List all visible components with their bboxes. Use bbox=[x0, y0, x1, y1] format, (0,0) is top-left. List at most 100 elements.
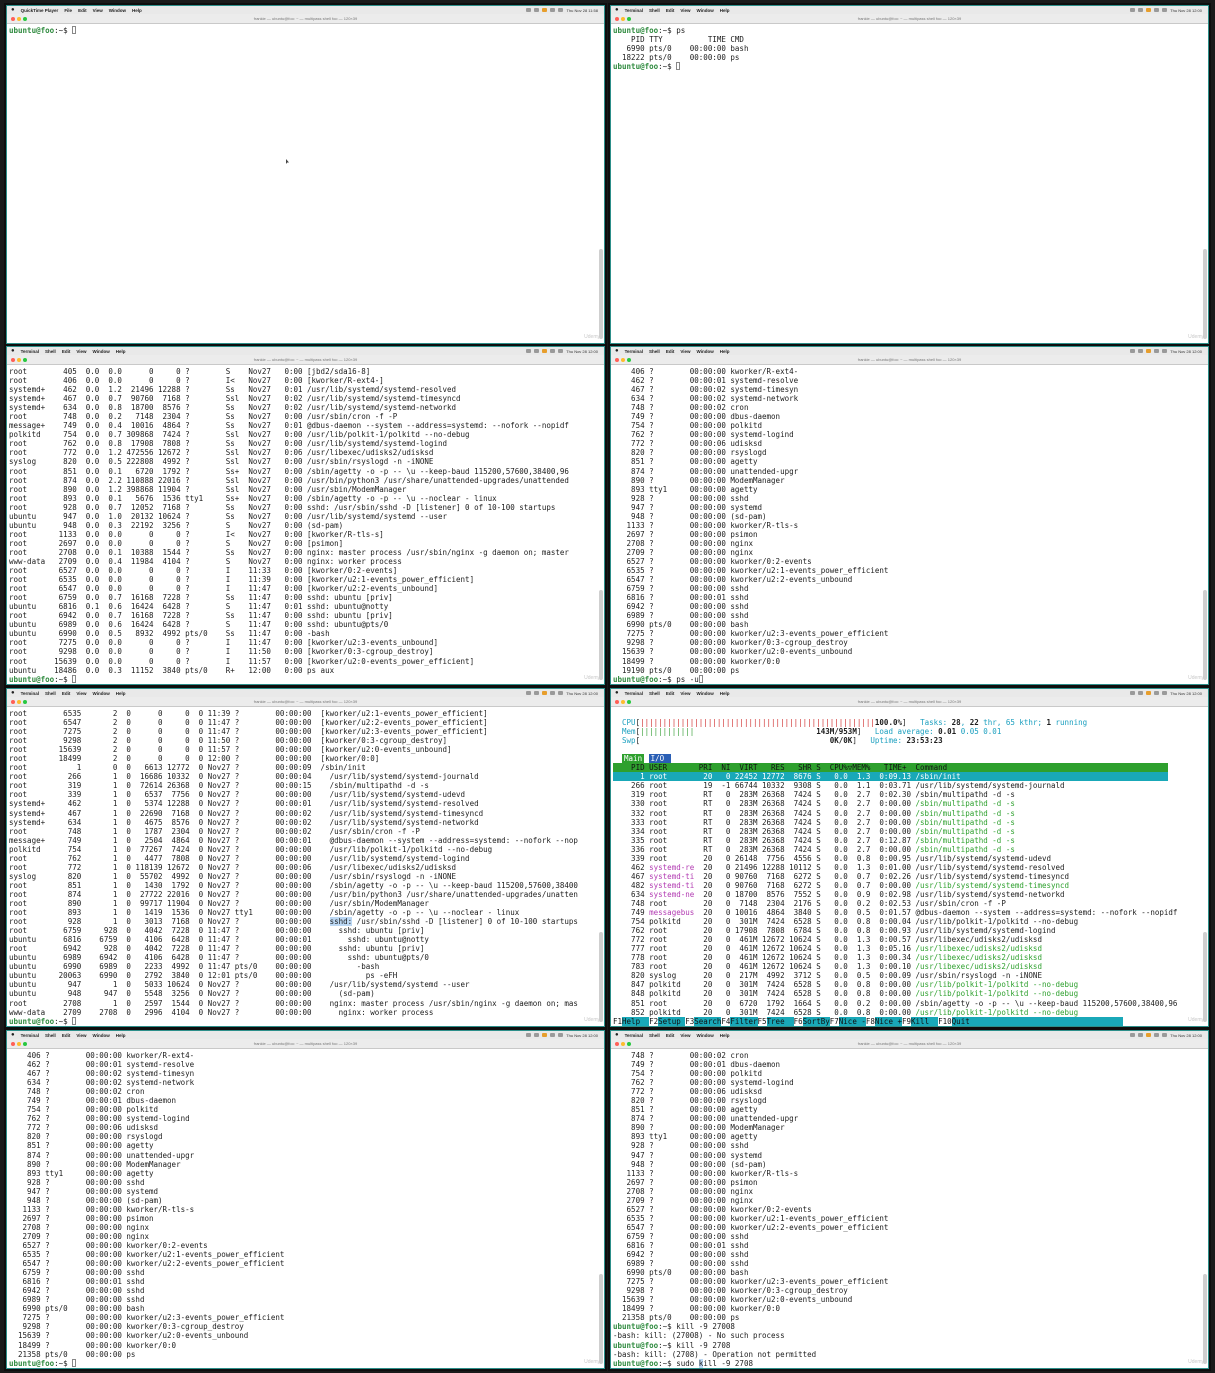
vertical-scrollbar[interactable] bbox=[599, 1051, 603, 1366]
minimize-button[interactable] bbox=[621, 17, 625, 21]
vertical-scrollbar[interactable] bbox=[1203, 367, 1207, 682]
control-center-icon[interactable] bbox=[1154, 691, 1160, 695]
scrollbar-thumb[interactable] bbox=[599, 932, 603, 1022]
menu-app-name[interactable]: QuickTime Player bbox=[21, 8, 59, 13]
close-button[interactable] bbox=[615, 1042, 619, 1046]
terminal-output[interactable]: 748 ? 00:00:02 cron 749 ? 00:00:01 dbus-… bbox=[611, 1050, 1202, 1368]
vertical-scrollbar[interactable] bbox=[599, 709, 603, 1024]
search-icon[interactable] bbox=[558, 1033, 564, 1037]
zoom-button[interactable] bbox=[23, 358, 27, 362]
menu-item[interactable]: Help bbox=[116, 691, 126, 696]
menu-item[interactable]: Help bbox=[116, 1033, 126, 1038]
wifi-icon[interactable] bbox=[1130, 8, 1136, 12]
zoom-button[interactable] bbox=[627, 700, 631, 704]
menu-app-name[interactable]: Terminal bbox=[625, 691, 643, 696]
battery-icon[interactable] bbox=[534, 691, 540, 695]
menu-item[interactable]: Window bbox=[93, 691, 110, 696]
close-button[interactable] bbox=[11, 700, 15, 704]
menu-item[interactable]: View bbox=[76, 691, 86, 696]
apple-icon[interactable]: ● bbox=[11, 1032, 15, 1038]
menu-item[interactable]: Help bbox=[132, 8, 142, 13]
zoom-button[interactable] bbox=[627, 358, 631, 362]
menu-item[interactable]: Edit bbox=[666, 691, 675, 696]
terminal-window[interactable]: ● Terminal Shell Edit View Window Help Thu Nov … bbox=[6, 688, 605, 1027]
menu-app-name[interactable]: Terminal bbox=[21, 1033, 39, 1038]
scrollbar-thumb[interactable] bbox=[1203, 249, 1207, 339]
record-icon[interactable] bbox=[1146, 8, 1152, 12]
menu-item[interactable]: Edit bbox=[62, 349, 71, 354]
scrollbar-thumb[interactable] bbox=[599, 249, 603, 339]
menu-item[interactable]: Window bbox=[93, 1033, 110, 1038]
menu-app-name[interactable]: Terminal bbox=[21, 349, 39, 354]
terminal-window[interactable]: ● Terminal Shell Edit View Window Help Thu Nov … bbox=[610, 688, 1209, 1027]
menu-item[interactable]: Edit bbox=[666, 349, 675, 354]
close-button[interactable] bbox=[615, 700, 619, 704]
terminal-window[interactable]: ● Terminal Shell Edit View Window Help Thu Nov … bbox=[610, 346, 1209, 685]
scrollbar-thumb[interactable] bbox=[1203, 1274, 1207, 1364]
battery-icon[interactable] bbox=[1138, 349, 1144, 353]
scrollbar-thumb[interactable] bbox=[599, 1274, 603, 1364]
minimize-button[interactable] bbox=[17, 1042, 21, 1046]
menu-item[interactable]: Window bbox=[697, 1033, 714, 1038]
terminal-output[interactable]: CPU[||||||||||||||||||||||||||||||||||||… bbox=[611, 708, 1202, 1026]
search-icon[interactable] bbox=[1162, 1033, 1168, 1037]
apple-icon[interactable]: ● bbox=[615, 7, 619, 13]
menu-item[interactable]: Shell bbox=[649, 349, 660, 354]
terminal-output[interactable]: 406 ? 00:00:00 kworker/R-ext4- 462 ? 00:… bbox=[611, 366, 1202, 684]
menu-item[interactable]: View bbox=[680, 8, 690, 13]
menu-item[interactable]: Shell bbox=[649, 691, 660, 696]
control-center-icon[interactable] bbox=[550, 8, 556, 12]
control-center-icon[interactable] bbox=[1154, 8, 1160, 12]
apple-icon[interactable]: ● bbox=[615, 1032, 619, 1038]
control-center-icon[interactable] bbox=[1154, 349, 1160, 353]
apple-icon[interactable]: ● bbox=[615, 690, 619, 696]
wifi-icon[interactable] bbox=[526, 1033, 532, 1037]
menu-item[interactable]: Shell bbox=[45, 349, 56, 354]
minimize-button[interactable] bbox=[621, 358, 625, 362]
menu-item[interactable]: Window bbox=[93, 349, 110, 354]
vertical-scrollbar[interactable] bbox=[599, 367, 603, 682]
apple-icon[interactable]: ● bbox=[11, 7, 15, 13]
terminal-output[interactable]: ubuntu@foo:~$ ps PID TTY TIME CMD 6990 p… bbox=[611, 25, 1202, 343]
close-button[interactable] bbox=[11, 358, 15, 362]
menu-item[interactable]: Shell bbox=[45, 1033, 56, 1038]
apple-icon[interactable]: ● bbox=[615, 348, 619, 354]
battery-icon[interactable] bbox=[534, 1033, 540, 1037]
minimize-button[interactable] bbox=[17, 17, 21, 21]
control-center-icon[interactable] bbox=[550, 691, 556, 695]
record-icon[interactable] bbox=[542, 349, 548, 353]
close-button[interactable] bbox=[615, 17, 619, 21]
record-icon[interactable] bbox=[542, 1033, 548, 1037]
menu-item[interactable]: Edit bbox=[666, 1033, 675, 1038]
menu-app-name[interactable]: Terminal bbox=[625, 8, 643, 13]
zoom-button[interactable] bbox=[627, 17, 631, 21]
terminal-window[interactable]: ● Terminal Shell Edit View Window Help Thu Nov … bbox=[610, 1030, 1209, 1369]
apple-icon[interactable]: ● bbox=[11, 690, 15, 696]
close-button[interactable] bbox=[11, 17, 15, 21]
menu-item[interactable]: Help bbox=[720, 691, 730, 696]
wifi-icon[interactable] bbox=[526, 349, 532, 353]
terminal-window[interactable]: ● Terminal Shell Edit View Window Help Thu Nov … bbox=[6, 346, 605, 685]
zoom-button[interactable] bbox=[23, 700, 27, 704]
wifi-icon[interactable] bbox=[1130, 349, 1136, 353]
control-center-icon[interactable] bbox=[550, 349, 556, 353]
menu-item[interactable]: Window bbox=[109, 8, 126, 13]
battery-icon[interactable] bbox=[1138, 691, 1144, 695]
menu-item[interactable]: Edit bbox=[666, 8, 675, 13]
menu-item[interactable]: File bbox=[64, 8, 72, 13]
menu-item[interactable]: Window bbox=[697, 349, 714, 354]
minimize-button[interactable] bbox=[17, 700, 21, 704]
menu-item[interactable]: Edit bbox=[62, 691, 71, 696]
search-icon[interactable] bbox=[1162, 8, 1168, 12]
battery-icon[interactable] bbox=[534, 349, 540, 353]
menu-item[interactable]: Help bbox=[720, 8, 730, 13]
menu-item[interactable]: View bbox=[680, 1033, 690, 1038]
record-icon[interactable] bbox=[542, 691, 548, 695]
wifi-icon[interactable] bbox=[1130, 691, 1136, 695]
menu-item[interactable]: View bbox=[680, 349, 690, 354]
battery-icon[interactable] bbox=[1138, 8, 1144, 12]
terminal-window[interactable]: ● QuickTime Player File Edit View Window Help T… bbox=[6, 5, 605, 344]
minimize-button[interactable] bbox=[17, 358, 21, 362]
vertical-scrollbar[interactable] bbox=[599, 26, 603, 341]
menu-app-name[interactable]: Terminal bbox=[21, 691, 39, 696]
